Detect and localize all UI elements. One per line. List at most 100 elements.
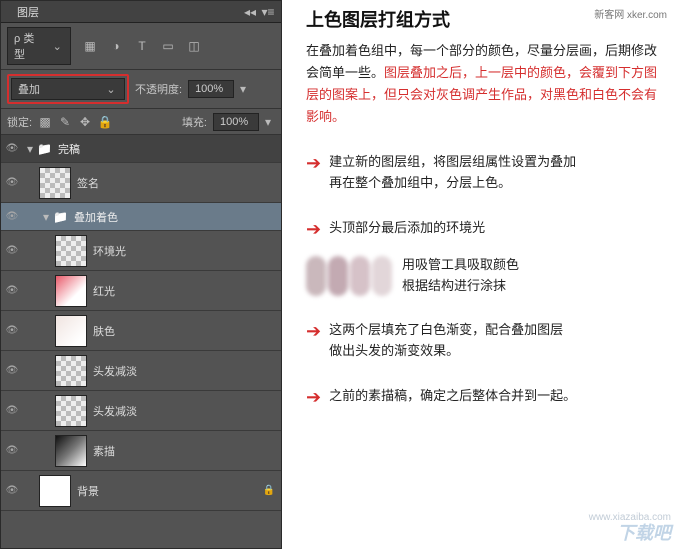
annotation-area: 新客网 xker.com 上色图层打组方式 在叠加着色组中，每一个部分的颜色，尽… [282, 0, 677, 549]
layer-row[interactable]: 👁 签名 [1, 163, 281, 203]
layer-name[interactable]: 红光 [93, 283, 115, 299]
layer-row[interactable]: 👁 素描 [1, 431, 281, 471]
filter-smart-icon[interactable]: ◫ [185, 37, 203, 55]
lock-label: 锁定: [7, 114, 32, 130]
layer-thumbnail[interactable] [55, 395, 87, 427]
visibility-toggle[interactable]: 👁 [1, 143, 23, 154]
note-2: ➔ 头顶部分最后添加的环境光 [306, 218, 665, 239]
note-1: ➔ 建立新的图层组，将图层组属性设置为叠加 再在整个叠加组中，分层上色。 [306, 152, 665, 194]
swatch [372, 256, 392, 296]
layer-row[interactable]: 👁 头发减淡 [1, 391, 281, 431]
layer-name[interactable]: 头发减淡 [93, 363, 137, 379]
folder-icon: 📁 [53, 210, 68, 224]
chevron-down-icon[interactable]: ▾ [261, 115, 275, 129]
lock-paint-icon[interactable]: ✎ [58, 115, 72, 129]
layer-name[interactable]: 肤色 [93, 323, 115, 339]
visibility-toggle[interactable]: 👁 [1, 245, 23, 256]
layer-row[interactable]: 👁 红光 [1, 271, 281, 311]
layer-row[interactable]: 👁 环境光 [1, 231, 281, 271]
layer-group-row[interactable]: 👁 ▾📁 叠加着色 [1, 203, 281, 231]
layer-row[interactable]: 👁 肤色 [1, 311, 281, 351]
visibility-toggle[interactable]: 👁 [1, 485, 23, 496]
opacity-input[interactable]: 100% [188, 80, 234, 98]
fill-label: 填充: [182, 114, 207, 130]
chevron-down-icon: ⌄ [104, 82, 118, 96]
layer-name[interactable]: 头发减淡 [93, 403, 137, 419]
layer-name[interactable]: 叠加着色 [74, 209, 118, 225]
folder-icon: 📁 [37, 142, 52, 156]
visibility-toggle[interactable]: 👁 [1, 445, 23, 456]
note-3: 用吸管工具吸取颜色 根据结构进行涂抹 [306, 255, 665, 297]
filter-pixel-icon[interactable]: ▦ [81, 37, 99, 55]
note-4: ➔ 这两个层填充了白色渐变，配合叠加图层 做出头发的渐变效果。 [306, 320, 665, 362]
chevron-down-icon[interactable]: ▾ [236, 82, 250, 96]
layer-name[interactable]: 背景 [77, 483, 99, 499]
filter-text-icon[interactable]: T [133, 37, 151, 55]
lock-icon: 🔒 [263, 485, 275, 496]
layer-name[interactable]: 素描 [93, 443, 115, 459]
layer-name[interactable]: 完稿 [58, 141, 80, 157]
note-5: ➔ 之前的素描稿，确定之后整体合并到一起。 [306, 386, 665, 407]
visibility-toggle[interactable]: 👁 [1, 405, 23, 416]
layers-panel: 图层 ◂◂ ▾≡ ρ 类型 ⌄ ▦ ◑ T ▭ ◫ 叠加 [0, 0, 282, 549]
layer-thumbnail[interactable] [55, 275, 87, 307]
layer-row[interactable]: 👁 背景 🔒 [1, 471, 281, 511]
blend-row: 叠加 ⌄ 不透明度: 100% ▾ [1, 70, 281, 109]
opacity-label: 不透明度: [135, 81, 182, 97]
lock-position-icon[interactable]: ✥ [78, 115, 92, 129]
note-3-line1: 用吸管工具吸取颜色 [402, 255, 519, 276]
arrow-icon: ➔ [306, 388, 321, 406]
blend-mode-select[interactable]: 叠加 ⌄ [11, 78, 125, 100]
collapse-icon[interactable]: ◂◂ [243, 5, 257, 19]
expand-toggle[interactable]: ▾ [23, 142, 37, 156]
expand-toggle[interactable]: ▾ [39, 210, 53, 224]
visibility-toggle[interactable]: 👁 [1, 211, 23, 222]
color-swatches [306, 256, 392, 296]
note-4-line1: 这两个层填充了白色渐变，配合叠加图层 [329, 320, 563, 341]
layer-thumbnail[interactable] [55, 235, 87, 267]
filter-shape-icon[interactable]: ▭ [159, 37, 177, 55]
lock-row: 锁定: ▩ ✎ ✥ 🔒 填充: 100% ▾ [1, 109, 281, 135]
layer-name[interactable]: 环境光 [93, 243, 126, 259]
fill-input[interactable]: 100% [213, 113, 259, 131]
visibility-toggle[interactable]: 👁 [1, 365, 23, 376]
layer-thumbnail[interactable] [55, 355, 87, 387]
note-2-text: 头顶部分最后添加的环境光 [329, 218, 485, 239]
layer-name[interactable]: 签名 [77, 175, 99, 191]
note-4-line2: 做出头发的渐变效果。 [329, 341, 563, 362]
arrow-icon: ➔ [306, 154, 321, 172]
lock-all-icon[interactable]: 🔒 [98, 115, 112, 129]
visibility-toggle[interactable]: 👁 [1, 177, 23, 188]
panel-menu-icon[interactable]: ▾≡ [261, 5, 275, 19]
chevron-down-icon: ⌄ [50, 39, 64, 53]
intro-paragraph: 在叠加着色组中，每一个部分的颜色，尽量分层画，后期修改会简单一些。图层叠加之后，… [306, 40, 665, 128]
layer-kind-select[interactable]: ρ 类型 ⌄ [7, 27, 71, 65]
fill-value: 100% [220, 116, 248, 128]
highlight-box: 叠加 ⌄ [7, 74, 129, 104]
opacity-value: 100% [195, 83, 223, 95]
arrow-icon: ➔ [306, 220, 321, 238]
panel-tab-layers[interactable]: 图层 [7, 1, 49, 23]
lock-transparency-icon[interactable]: ▩ [38, 115, 52, 129]
swatch [328, 256, 348, 296]
layer-list: 👁▾📁完稿👁签名👁▾📁叠加着色👁环境光👁红光👁肤色👁头发减淡👁头发减淡👁素描👁背… [1, 135, 281, 511]
bottom-brand: 下载吧 [617, 519, 671, 545]
layer-thumbnail[interactable] [39, 475, 71, 507]
visibility-toggle[interactable]: 👁 [1, 325, 23, 336]
filter-row: ρ 类型 ⌄ ▦ ◑ T ▭ ◫ [1, 23, 281, 70]
visibility-toggle[interactable]: 👁 [1, 285, 23, 296]
note-1-line1: 建立新的图层组，将图层组属性设置为叠加 [329, 152, 576, 173]
blend-mode-value: 叠加 [18, 81, 40, 97]
layer-row[interactable]: 👁 头发减淡 [1, 351, 281, 391]
kind-label: ρ 类型 [14, 30, 44, 62]
layer-thumbnail[interactable] [55, 435, 87, 467]
filter-adjust-icon[interactable]: ◑ [107, 37, 125, 55]
watermark-text: 新客网 xker.com [594, 6, 667, 21]
layer-thumbnail[interactable] [55, 315, 87, 347]
arrow-icon: ➔ [306, 322, 321, 340]
swatch [306, 256, 326, 296]
layer-group-row[interactable]: 👁▾📁 完稿 [1, 135, 281, 163]
note-5-text: 之前的素描稿，确定之后整体合并到一起。 [329, 386, 576, 407]
layer-thumbnail[interactable] [39, 167, 71, 199]
note-3-line2: 根据结构进行涂抹 [402, 276, 519, 297]
